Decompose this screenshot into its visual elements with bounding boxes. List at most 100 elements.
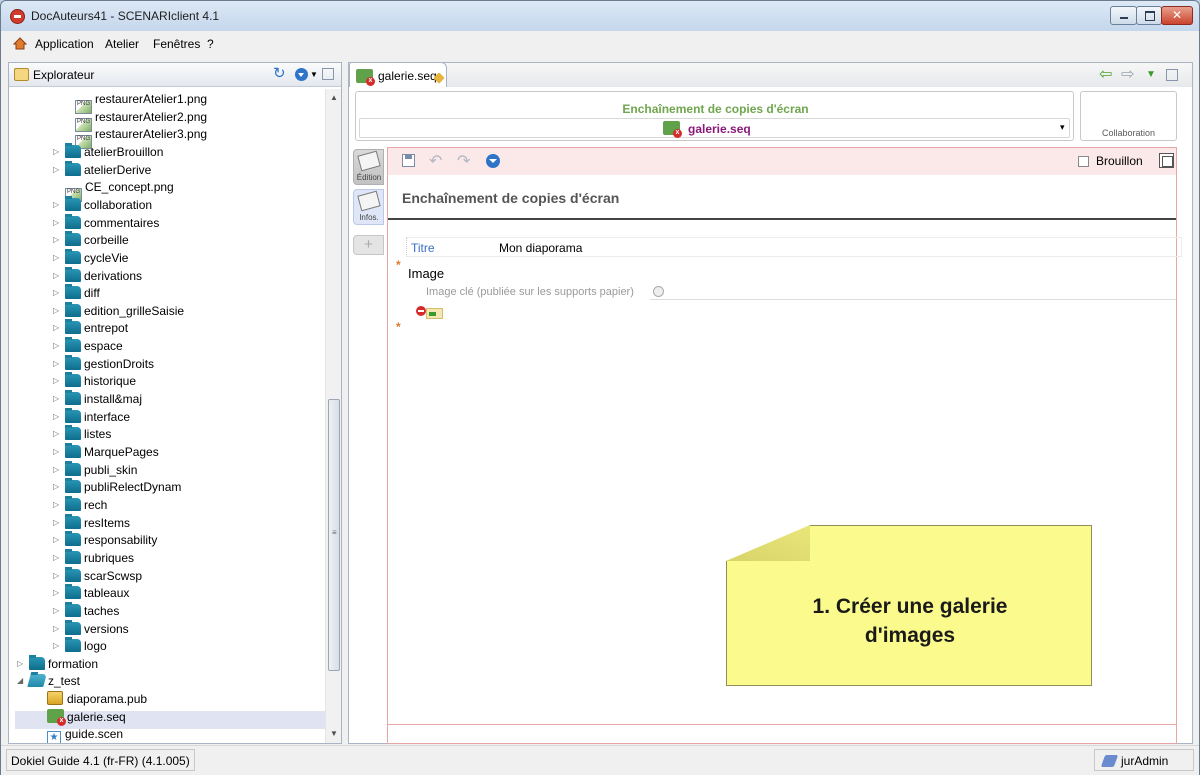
- tree-folder[interactable]: ▷ responsability: [53, 531, 157, 549]
- tab-edition[interactable]: Édition: [353, 149, 384, 185]
- tree-folder[interactable]: ▷ atelierDerive: [53, 160, 151, 179]
- menu-atelier[interactable]: Atelier: [105, 37, 139, 51]
- expand-toggle-icon[interactable]: ▷: [53, 319, 61, 337]
- expand-toggle-icon[interactable]: ▷: [53, 620, 61, 638]
- tree-file[interactable]: ★ guide.scen: [35, 725, 123, 743]
- tree-file[interactable]: galerie.seq: [35, 708, 126, 726]
- draft-checkbox[interactable]: [1078, 156, 1089, 167]
- tree-folder[interactable]: ▷ taches: [53, 601, 119, 620]
- tools-menu-icon[interactable]: [486, 154, 500, 168]
- maximize-button[interactable]: [1136, 6, 1162, 25]
- tree-folder[interactable]: ▷ atelierBrouillon: [53, 142, 163, 161]
- chevron-down-icon[interactable]: ▼: [310, 70, 318, 79]
- expand-toggle-icon[interactable]: ▷: [53, 231, 61, 249]
- tree-folder[interactable]: ▷ espace: [53, 337, 123, 355]
- tree-folder[interactable]: ▷ interface: [53, 407, 130, 426]
- home-icon[interactable]: [13, 37, 27, 50]
- tree-file[interactable]: PNG restaurerAtelier3.png: [75, 125, 207, 150]
- tree-folder[interactable]: ▷ formation: [17, 654, 98, 673]
- expand-toggle-icon[interactable]: ▷: [53, 478, 61, 496]
- tree-scrollbar[interactable]: ▲ ≡ ▼: [325, 89, 341, 743]
- expand-toggle-icon[interactable]: ▷: [17, 655, 25, 673]
- back-arrow-icon[interactable]: ⇦: [1099, 67, 1112, 83]
- expand-toggle-icon[interactable]: ▷: [53, 514, 61, 532]
- tree-folder[interactable]: ▷ rech: [53, 495, 107, 514]
- close-button[interactable]: ✕: [1161, 6, 1193, 25]
- titre-value[interactable]: Mon diaporama: [499, 241, 582, 255]
- tree-folder[interactable]: ▷ publiRelectDynam: [53, 478, 181, 496]
- expand-toggle-icon[interactable]: ▷: [53, 267, 61, 285]
- menu-fenetres[interactable]: Fenêtres: [153, 37, 200, 51]
- minimize-button[interactable]: [1110, 6, 1137, 25]
- title-bar[interactable]: DocAuteurs41 - SCENARIclient 4.1 ✕: [1, 1, 1199, 31]
- tree-folder[interactable]: ▷ entrepot: [53, 319, 128, 337]
- tree-folder[interactable]: ▷ tableaux: [53, 584, 129, 602]
- history-dropdown-icon[interactable]: ▼: [1146, 69, 1156, 80]
- tree-folder[interactable]: ▷ publi_skin: [53, 460, 137, 479]
- expand-toggle-icon[interactable]: ▷: [53, 443, 61, 461]
- expand-toggle-icon[interactable]: ▷: [53, 496, 61, 514]
- expand-toggle-icon[interactable]: ▷: [53, 425, 61, 443]
- tree-folder[interactable]: ▷ install&maj: [53, 390, 142, 408]
- forward-arrow-icon[interactable]: ⇨: [1121, 67, 1134, 83]
- tree-folder[interactable]: ◢ z_test: [17, 672, 80, 690]
- document-selector[interactable]: galerie.seq ▾: [359, 118, 1070, 138]
- tree-file[interactable]: PNG restaurerAtelier1.png: [75, 90, 207, 114]
- tab-infos[interactable]: Infos.: [353, 189, 384, 225]
- tab-galerie-seq[interactable]: galerie.seq: [349, 62, 447, 88]
- expand-toggle-icon[interactable]: ▷: [53, 196, 61, 214]
- expand-toggle-icon[interactable]: ◢: [17, 672, 25, 690]
- tree-file[interactable]: diaporama.pub: [35, 690, 147, 708]
- save-icon[interactable]: [402, 154, 415, 167]
- tree-folder[interactable]: ▷ collaboration: [53, 195, 152, 214]
- tree-folder[interactable]: ▷ logo: [53, 637, 107, 655]
- expand-toggle-icon[interactable]: ▷: [53, 567, 61, 585]
- tree-folder[interactable]: ▷ commentaires: [53, 213, 159, 232]
- titre-field[interactable]: Titre Mon diaporama: [406, 237, 1182, 257]
- tree-folder[interactable]: ▷ historique: [53, 372, 136, 390]
- tree-file[interactable]: PNG restaurerAtelier2.png: [75, 108, 207, 132]
- expand-toggle-icon[interactable]: ▷: [53, 284, 61, 302]
- expand-toggle-icon[interactable]: ▷: [53, 584, 61, 602]
- explorer-maximize-button[interactable]: [322, 68, 334, 80]
- editor-maximize-button[interactable]: [1166, 69, 1178, 81]
- expand-toggle-icon[interactable]: ▷: [53, 214, 61, 232]
- expand-toggle-icon[interactable]: ▷: [53, 408, 61, 426]
- tree-folder[interactable]: ▷ versions: [53, 619, 129, 638]
- image-insert-icon[interactable]: [426, 308, 443, 319]
- tree-file[interactable]: PNG CE_concept.png: [65, 178, 174, 203]
- tree-folder[interactable]: ▷ edition_grilleSaisie: [53, 301, 184, 320]
- scrollbar-thumb[interactable]: ≡: [328, 399, 340, 671]
- expand-toggle-icon[interactable]: ▷: [53, 161, 61, 179]
- status-user[interactable]: jurAdmin: [1094, 749, 1194, 771]
- tree-folder[interactable]: ▷ gestionDroits: [53, 354, 154, 373]
- scroll-up-icon[interactable]: ▲: [330, 93, 338, 102]
- tree-folder[interactable]: ▷ rubriques: [53, 548, 134, 567]
- tree-folder[interactable]: ▷ resItems: [53, 513, 130, 532]
- tree-folder[interactable]: ▷ listes: [53, 425, 111, 443]
- refresh-icon[interactable]: ↻: [273, 66, 286, 82]
- redo-icon[interactable]: ↷: [457, 151, 470, 171]
- tree-folder[interactable]: ▷ derivations: [53, 266, 142, 285]
- key-image-toggle-icon[interactable]: [653, 286, 664, 297]
- expand-toggle-icon[interactable]: ▷: [53, 549, 61, 567]
- expand-toggle-icon[interactable]: ▷: [53, 602, 61, 620]
- expand-toggle-icon[interactable]: ▷: [53, 143, 61, 161]
- expand-toggle-icon[interactable]: ▷: [53, 302, 61, 320]
- expand-toggle-icon[interactable]: ▷: [53, 531, 61, 549]
- collaboration-panel[interactable]: Collaboration: [1080, 91, 1177, 141]
- expand-toggle-icon[interactable]: ▷: [53, 461, 61, 479]
- expand-toggle-icon[interactable]: ▷: [53, 637, 61, 655]
- expand-toggle-icon[interactable]: ▷: [53, 355, 61, 373]
- tree-folder[interactable]: ▷ scarScwsp: [53, 566, 142, 585]
- scroll-down-icon[interactable]: ▼: [330, 729, 338, 738]
- tree-folder[interactable]: ▷ MarquePages: [53, 443, 159, 461]
- expand-toggle-icon[interactable]: ▷: [53, 337, 61, 355]
- menu-help[interactable]: ?: [207, 37, 214, 51]
- delete-icon[interactable]: [416, 306, 426, 316]
- menu-application[interactable]: Application: [35, 37, 94, 51]
- explorer-menu-icon[interactable]: [295, 68, 308, 81]
- edit-maximize-button[interactable]: [1159, 153, 1174, 168]
- tree-folder[interactable]: ▷ corbeille: [53, 231, 129, 249]
- tree-folder[interactable]: ▷ cycleVie: [53, 248, 128, 267]
